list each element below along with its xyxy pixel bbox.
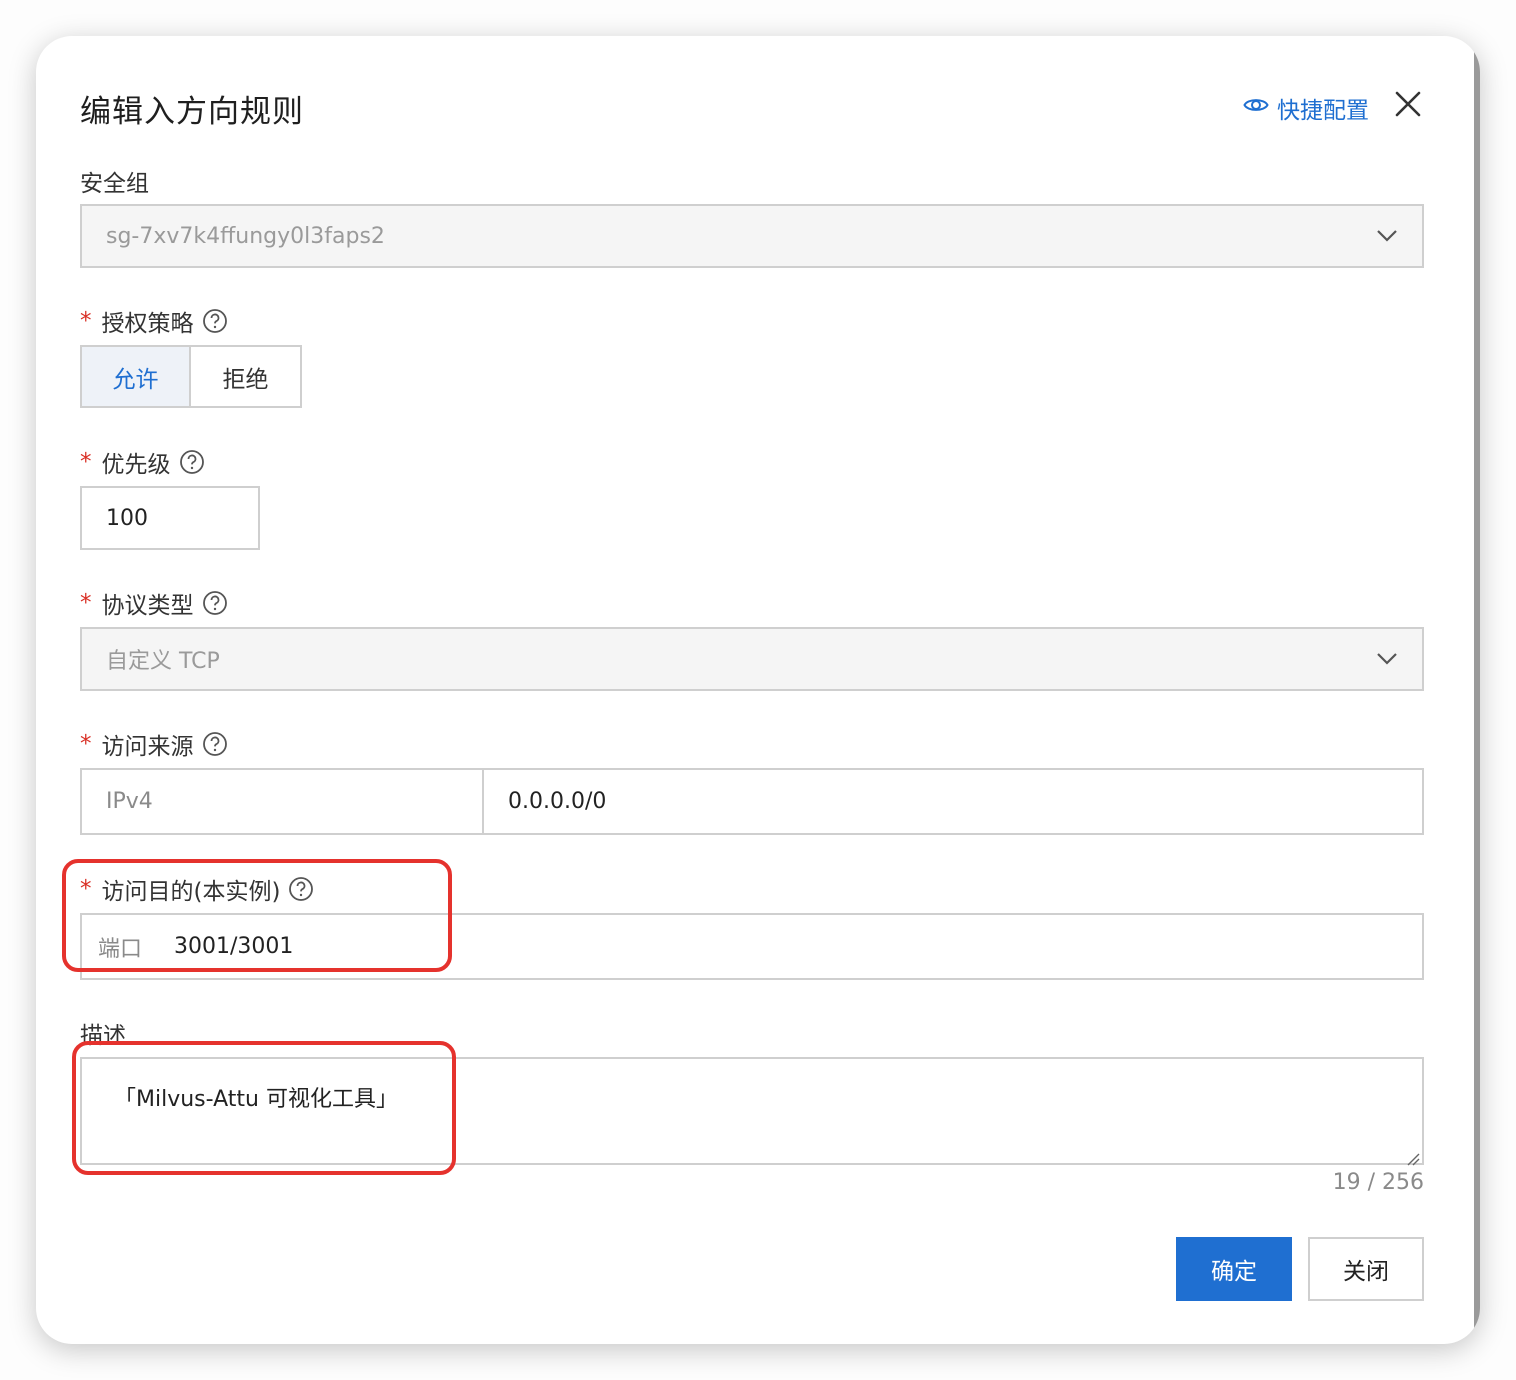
confirm-button[interactable]: 确定 [1176, 1237, 1292, 1301]
help-icon[interactable] [202, 731, 228, 757]
help-icon[interactable] [179, 449, 205, 475]
eye-icon [1243, 95, 1269, 121]
description-char-counter: 19 / 256 [1332, 1170, 1424, 1195]
required-mark: * [80, 308, 92, 334]
security-group-select[interactable]: sg-7xv7k4ffungy0l3faps2 [80, 204, 1424, 268]
resize-handle-icon[interactable] [1406, 1147, 1420, 1166]
highlight-box-destination [62, 859, 452, 972]
chevron-down-icon [1374, 646, 1400, 672]
protocol-label: * 协议类型 [80, 586, 228, 620]
window-edge [1474, 36, 1480, 1344]
security-group-value: sg-7xv7k4ffungy0l3faps2 [106, 223, 385, 249]
required-mark: * [80, 731, 92, 757]
chevron-down-icon [1374, 223, 1400, 249]
source-cidr-input[interactable]: 0.0.0.0/0 [484, 770, 1422, 833]
required-mark: * [80, 590, 92, 616]
source-type-select[interactable]: IPv4 [82, 770, 484, 833]
required-mark: * [80, 449, 92, 475]
auth-policy-allow[interactable]: 允许 [82, 347, 191, 406]
protocol-value: 自定义 TCP [106, 649, 220, 674]
auth-policy-label: * 授权策略 [80, 304, 228, 338]
auth-policy-deny[interactable]: 拒绝 [191, 347, 300, 406]
close-icon[interactable] [1392, 88, 1424, 120]
highlight-box-description [72, 1041, 456, 1175]
edit-inbound-rule-dialog: 编辑入方向规则 快捷配置 安全组 sg-7xv7k4ffungy0l3faps2… [36, 36, 1480, 1344]
help-icon[interactable] [202, 590, 228, 616]
source-field: IPv4 0.0.0.0/0 [80, 768, 1424, 835]
source-label: * 访问来源 [80, 727, 228, 761]
security-group-label: 安全组 [80, 171, 149, 197]
close-button[interactable]: 关闭 [1308, 1237, 1424, 1301]
quick-config-link[interactable]: 快捷配置 [1243, 91, 1369, 125]
dialog-title: 编辑入方向规则 [80, 94, 304, 130]
protocol-select[interactable]: 自定义 TCP [80, 627, 1424, 691]
priority-label: * 优先级 [80, 445, 205, 479]
priority-input[interactable]: 100 [80, 486, 260, 550]
quick-config-label: 快捷配置 [1277, 98, 1369, 124]
help-icon[interactable] [202, 308, 228, 334]
auth-policy-segmented: 允许 拒绝 [80, 345, 302, 408]
